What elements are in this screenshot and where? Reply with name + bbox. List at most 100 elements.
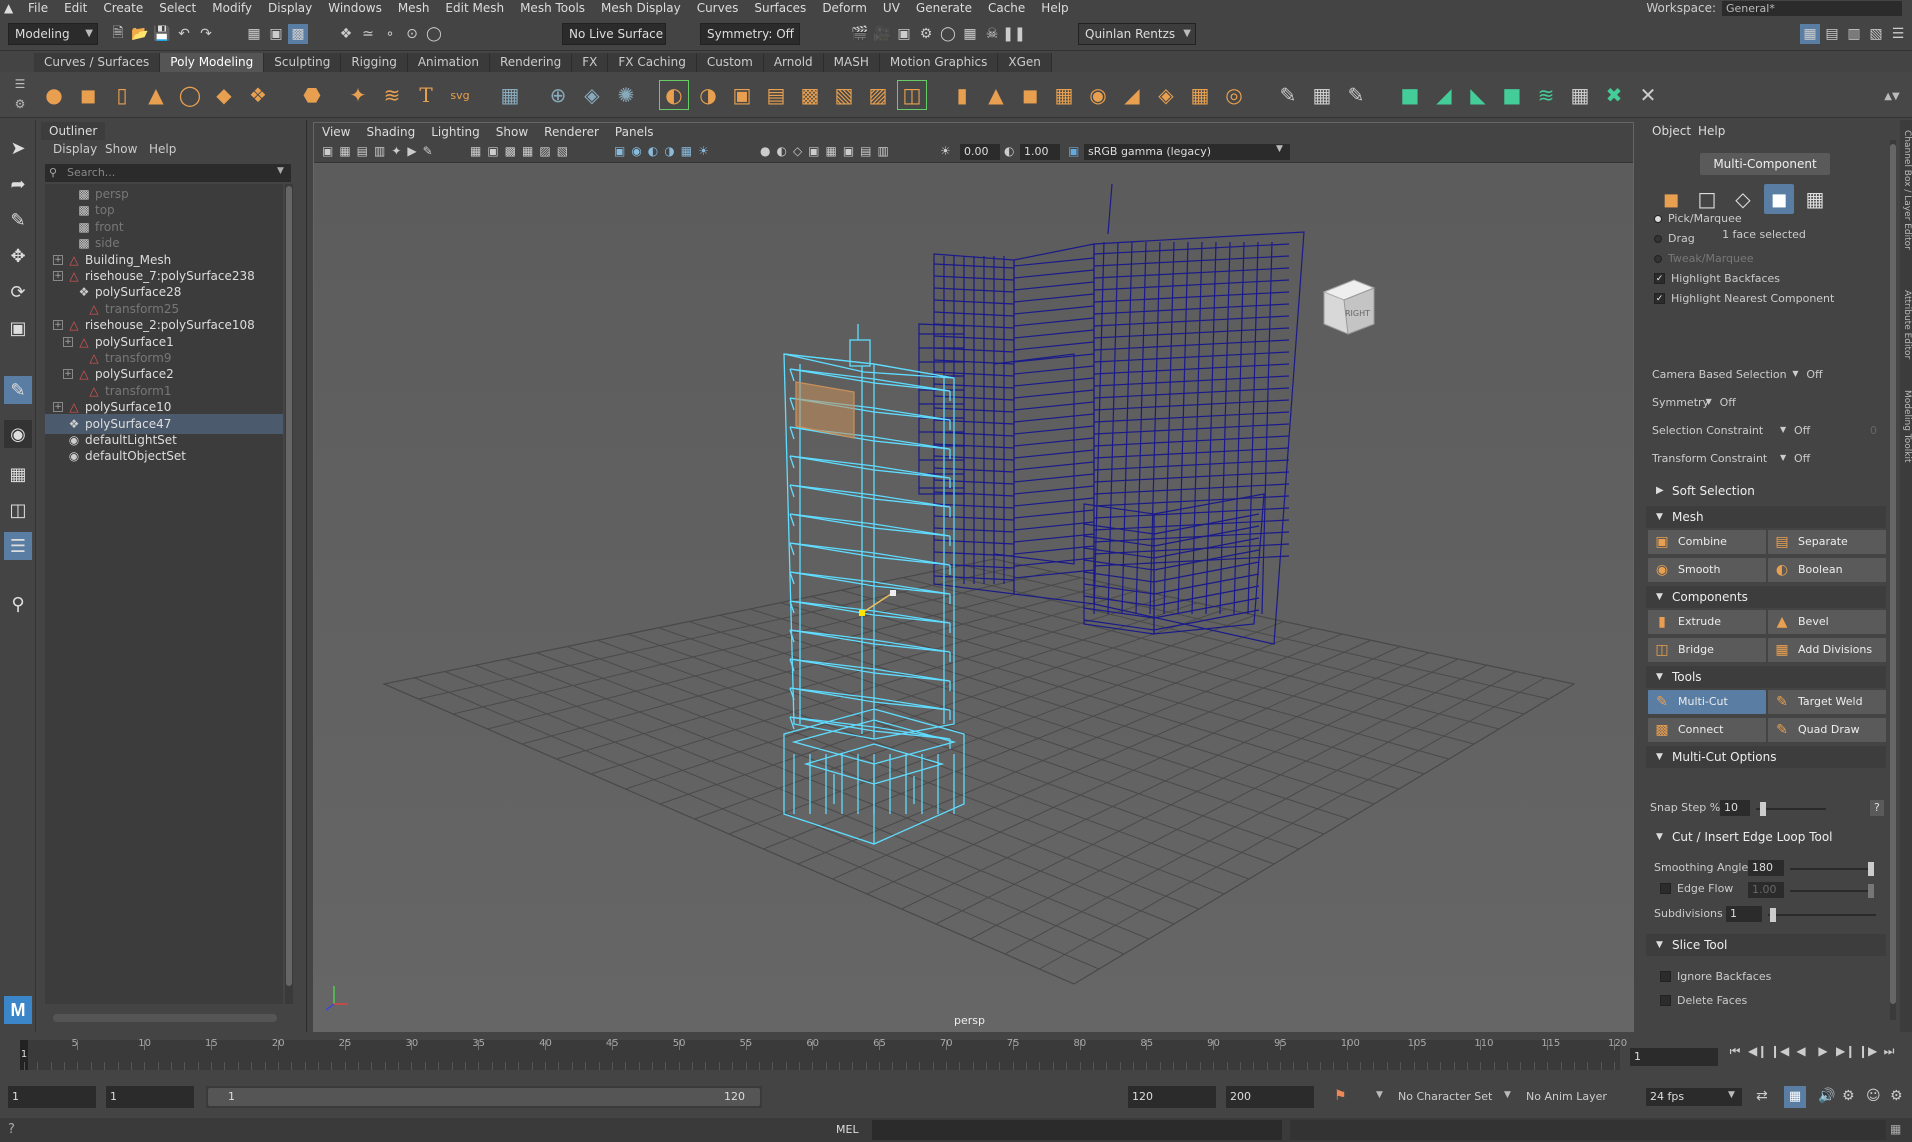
menu-curves[interactable]: Curves (689, 1, 747, 15)
step-forward-frame-icon[interactable]: ▶❙ (1836, 1044, 1855, 1060)
scene-end-field[interactable]: 200 (1226, 1086, 1314, 1108)
mel-label[interactable]: MEL (836, 1123, 859, 1136)
play-forward-icon[interactable]: ▶ (1814, 1044, 1832, 1060)
boolean-union-icon[interactable]: ▧ (830, 81, 858, 109)
sweep-mesh-icon[interactable]: ≋ (378, 81, 406, 109)
smoothing-angle-slider[interactable] (1790, 862, 1874, 876)
outliner-menu-help[interactable]: Help (149, 142, 176, 156)
poly-cone-icon[interactable]: ▲ (142, 81, 170, 109)
lasso-tool-icon[interactable]: ➦ (4, 170, 32, 198)
shelf-tab-motion-graphics[interactable]: Motion Graphics (879, 53, 999, 72)
smoothing-angle-field[interactable]: 180 (1748, 860, 1784, 876)
ipr-render-icon[interactable]: ▣ (894, 24, 914, 44)
snap-grid-icon[interactable]: ❖ (336, 24, 356, 44)
triangulate-icon[interactable]: ■ (1498, 81, 1526, 109)
snap-together-icon[interactable]: ◈ (578, 81, 606, 109)
setting-value[interactable]: Off (1794, 452, 1810, 465)
scene-start-field[interactable]: 1 (8, 1086, 96, 1108)
command-input[interactable] (872, 1120, 1282, 1140)
offset-edge-loop-icon[interactable]: ✎ (1342, 81, 1370, 109)
separate-shelf-icon[interactable]: ▣ (728, 81, 756, 109)
viewport-canvas[interactable]: RIGHT (314, 164, 1633, 1031)
menu-create[interactable]: Create (95, 1, 151, 15)
viewport-menu-view[interactable]: View (314, 123, 358, 141)
timeline-ruler[interactable]: 1 5 10 15 20 25 30 35 40 45 50 55 60 65 70 75 80 85 90 95 1… (20, 1038, 1627, 1070)
tool-settings-toggle-icon[interactable]: ▥ (1844, 24, 1864, 44)
playback-start-field[interactable]: 1 (106, 1086, 194, 1108)
toolkit-button-separate[interactable]: ▤ Separate (1768, 530, 1886, 554)
side-tab-channel-box-layer-editor[interactable]: Channel Box / Layer Editor (1900, 130, 1912, 250)
sound-icon[interactable]: 🔊 (1818, 1088, 1835, 1104)
checkbox[interactable]: ✓ (1654, 293, 1665, 304)
single-perspective-layout-icon[interactable]: ◉ (4, 420, 32, 448)
scale-tool-icon[interactable]: ▣ (4, 314, 32, 342)
select-component-icon[interactable]: ▩ (288, 24, 308, 44)
sculpt-tools-icon[interactable]: ✕ (1634, 81, 1662, 109)
play-backward-icon[interactable]: ◀ (1792, 1044, 1810, 1060)
light-editor-icon[interactable]: ☠ (982, 24, 1002, 44)
shelf-tab-fx[interactable]: FX (572, 53, 609, 72)
symmetry-dropdown[interactable]: Symmetry: Off (700, 23, 800, 45)
new-scene-icon[interactable]: 🗎 (108, 24, 128, 44)
subdivisions-slider[interactable] (1768, 908, 1876, 922)
expand-icon[interactable]: + (63, 369, 73, 380)
user-account-dropdown[interactable]: Quinlan Rentzs ▼ (1078, 23, 1196, 45)
setting-value[interactable]: Off (1794, 424, 1810, 437)
menu-deform[interactable]: Deform (814, 1, 875, 15)
expand-icon[interactable]: + (53, 320, 63, 331)
toolkit-button-target-weld[interactable]: ✎ Target Weld (1768, 690, 1886, 714)
shelf-settings-icon[interactable]: ⚙ (8, 96, 32, 112)
object-mode-icon[interactable]: ◼ (1656, 184, 1686, 214)
toolkit-button-quad-draw[interactable]: ✎ Quad Draw (1768, 718, 1886, 742)
select-object-icon[interactable]: ▣ (266, 24, 286, 44)
show-hide-modeling-toolkit-icon[interactable]: ▦ (1800, 24, 1820, 44)
slice-check-option[interactable]: Delete Faces (1660, 994, 1747, 1007)
setting-value[interactable]: Off (1720, 396, 1736, 409)
toolkit-button-connect[interactable]: ▩ Connect (1648, 718, 1766, 742)
poly-plane-icon[interactable]: ◆ (210, 81, 238, 109)
mirror-icon[interactable]: ◐ (659, 80, 689, 110)
pick-option[interactable]: Tweak/Marquee (1654, 252, 1754, 265)
paint-select-icon[interactable]: ✎ (4, 206, 32, 234)
insert-edge-loop-icon[interactable]: ▦ (1308, 81, 1336, 109)
shelf-tab-mash[interactable]: MASH (823, 53, 880, 72)
pause-viewport-icon[interactable]: ❚❚ (1002, 24, 1025, 44)
cache-playback-icon[interactable]: ▦ (1784, 1086, 1806, 1108)
exposure-icon[interactable]: ☀ (940, 144, 951, 158)
undo-icon[interactable]: ↶ (174, 24, 194, 44)
smooth-shelf-icon[interactable]: ▩ (796, 81, 824, 109)
attribute-editor-toggle-icon[interactable]: ▤ (1822, 24, 1842, 44)
open-scene-icon[interactable]: 📂 (130, 24, 150, 44)
bevel-shelf-icon[interactable]: ▲ (982, 81, 1010, 109)
menu-select[interactable]: Select (151, 1, 204, 15)
render-setup-icon[interactable]: ▦ (960, 24, 980, 44)
toolkit-check-option[interactable]: ✓ Highlight Backfaces (1654, 272, 1780, 285)
fill-hole-icon[interactable]: ▦ (1050, 81, 1078, 109)
layer-editor-toggle-icon[interactable]: ☰ (1888, 24, 1908, 44)
menu-mesh-tools[interactable]: Mesh Tools (512, 1, 593, 15)
toolkit-button-bridge[interactable]: ◫ Bridge (1648, 638, 1766, 662)
chamfer-icon[interactable]: ▦ (1186, 81, 1214, 109)
components-section-header[interactable]: ▼ Components (1646, 586, 1886, 608)
radio-icon[interactable] (1654, 254, 1662, 263)
svg-tool-icon[interactable]: svg (446, 81, 474, 109)
viewport-display-icons[interactable]: ▦▣▩▦▨▧ (470, 144, 574, 158)
edge-flow-checkbox[interactable] (1660, 883, 1671, 894)
append-polygon-icon[interactable]: ◼ (1016, 81, 1044, 109)
help-icon[interactable]: ? (8, 1122, 15, 1137)
menu-file[interactable]: File (20, 1, 56, 15)
outliner-horizontal-scrollbar[interactable] (53, 1014, 277, 1022)
outliner-item[interactable]: ◉ defaultObjectSet (45, 446, 283, 466)
gamma-field[interactable]: 1.00 (1020, 144, 1060, 160)
script-editor-icon[interactable]: ▦ (1890, 1122, 1901, 1136)
last-tool-icon[interactable]: ✎ (4, 376, 32, 404)
menu-modify[interactable]: Modify (204, 1, 260, 15)
hypershade-icon[interactable]: ◯ (938, 24, 958, 44)
subdivisions-field[interactable]: 1 (1726, 906, 1762, 922)
shelf-tab-fx-caching[interactable]: FX Caching (608, 53, 697, 72)
pick-option[interactable]: Pick/Marquee (1654, 212, 1742, 225)
shelf-tab-rigging[interactable]: Rigging (341, 53, 408, 72)
playback-end-field[interactable]: 120 (1128, 1086, 1216, 1108)
gamma-icon[interactable]: ◐ (1004, 144, 1014, 158)
snap-step-field[interactable]: 10 (1720, 800, 1750, 816)
